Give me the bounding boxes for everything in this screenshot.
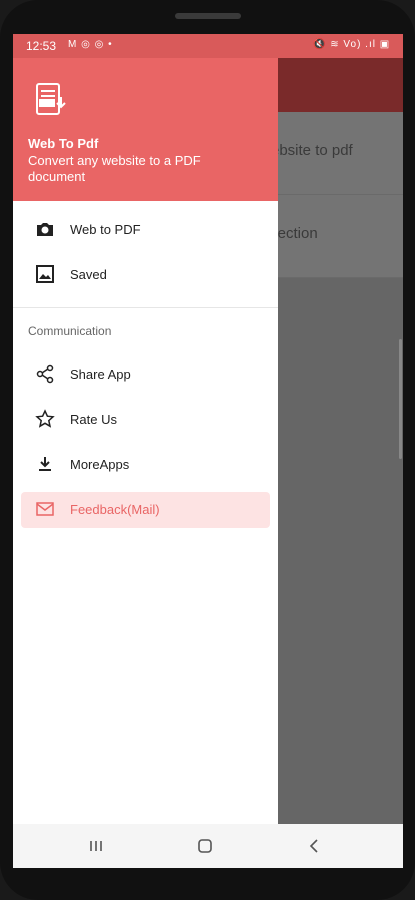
menu-item-more-apps[interactable]: MoreApps: [21, 447, 270, 483]
system-status-icons: 🔇 ≋ Vo) .ıl ▣: [313, 39, 391, 50]
drawer-header: Web To Pdf Convert any website to a PDF …: [13, 58, 278, 201]
phone-frame: ebsite to pdf llection 12:53 M ◎ ◎ • 🔇 ≋…: [0, 0, 415, 900]
notification-icons: M ◎ ◎ •: [68, 39, 113, 50]
star-icon: [35, 409, 55, 429]
status-bar: 12:53 M ◎ ◎ • 🔇 ≋ Vo) .ıl ▣: [13, 34, 403, 58]
app-subtitle: Convert any website to a PDF document: [28, 153, 201, 184]
menu-item-label: Rate Us: [70, 412, 117, 427]
menu-item-rate-us[interactable]: Rate Us: [21, 402, 270, 438]
app-title: Web To Pdf: [28, 136, 99, 151]
menu-item-label: MoreApps: [70, 457, 130, 472]
screen: ebsite to pdf llection 12:53 M ◎ ◎ • 🔇 ≋…: [13, 34, 403, 868]
menu-item-share-app[interactable]: Share App: [21, 357, 270, 393]
speaker-grille: [175, 13, 241, 19]
camera-icon: [35, 219, 55, 239]
background-card-label: ebsite to pdf: [271, 142, 353, 159]
mail-icon: [35, 499, 55, 519]
menu-item-feedback-mail[interactable]: Feedback(Mail): [21, 492, 270, 528]
menu-item-label: Web to PDF: [70, 222, 141, 237]
menu-item-label: Saved: [70, 267, 107, 282]
scroll-indicator: [399, 339, 402, 459]
download-icon: [35, 454, 55, 474]
navigation-drawer: Web To Pdf Convert any website to a PDF …: [13, 58, 278, 824]
recent-apps-button[interactable]: [86, 836, 110, 856]
drawer-divider: [13, 307, 278, 308]
menu-item-saved[interactable]: Saved: [21, 257, 270, 293]
back-button[interactable]: [304, 836, 328, 856]
pdf-document-icon: [35, 83, 67, 122]
system-navigation-bar: [13, 824, 403, 868]
menu-item-web-to-pdf[interactable]: Web to PDF: [21, 212, 270, 248]
background-card-label: llection: [271, 225, 318, 242]
menu-item-label: Feedback(Mail): [70, 502, 160, 517]
image-icon: [35, 264, 55, 284]
status-time: 12:53: [26, 39, 57, 53]
home-button[interactable]: [195, 836, 219, 856]
section-title-communication: Communication: [28, 324, 112, 338]
share-icon: [35, 364, 55, 384]
menu-item-label: Share App: [70, 367, 131, 382]
